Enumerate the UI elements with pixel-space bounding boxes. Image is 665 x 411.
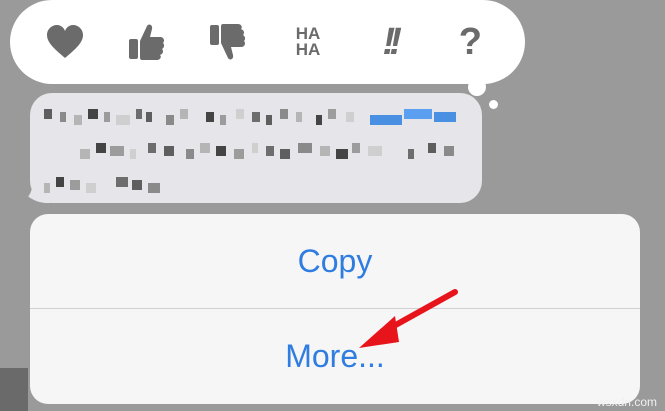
more-button[interactable]: More... [30,309,640,403]
pixelated-text-block [266,115,272,125]
heart-icon [46,25,83,58]
pixelated-text-block [44,183,50,193]
pixelated-text-block [280,109,288,119]
message-bubble[interactable] [30,93,482,203]
pixelated-text-block [60,112,66,122]
exclamation-icon: !! [382,20,402,63]
thumbs-down-reaction[interactable] [199,14,255,70]
pixelated-text-block [346,112,354,122]
red-arrow-annotation [359,289,458,348]
pixelated-text-block [166,115,174,125]
pixelated-text-block [70,180,80,190]
pixelated-text-block [370,115,402,125]
pixelated-text-block [328,109,336,119]
tapback-bar: HA HA !! ? [10,0,525,84]
pixelated-text-block [428,143,436,153]
pixelated-text-block [148,183,160,193]
pixelated-text-block [408,149,414,159]
pixelated-text-block [136,109,142,119]
pixelated-text-block [206,112,214,122]
message-bubble-tail-cut [10,168,32,204]
pixelated-text-block [280,149,290,159]
thumbs-up-reaction[interactable] [118,14,174,70]
pixelated-text-block [320,146,330,156]
tapback-tail-dot-large [468,78,486,96]
pixelated-text-block [74,115,82,125]
pixelated-text-block [336,149,348,159]
exclamation-reaction[interactable]: !! [361,14,417,70]
pixelated-text-block [444,146,454,156]
pixelated-text-block [404,109,432,119]
pixelated-text-block [216,146,226,156]
question-reaction[interactable]: ? [442,14,498,70]
pixelated-text-block [200,143,210,153]
background-edge [0,368,28,411]
tapback-tail-dot-small [489,100,498,109]
question-icon: ? [458,20,482,63]
pixelated-text-block [80,149,90,159]
pixelated-text-block [316,115,322,125]
pixelated-text-block [252,143,258,153]
pixelated-text-block [352,143,360,153]
haha-icon: HA HA [295,24,321,59]
pixelated-text-block [298,143,312,153]
thumbs-up-icon [128,24,164,60]
copy-button[interactable]: Copy [30,214,640,308]
pixelated-text-block [96,143,106,153]
pixelated-text-block [220,115,226,125]
pixelated-text-block [116,115,130,125]
pixelated-text-block [234,149,244,159]
pixelated-text-block [116,177,128,187]
watermark: wsxdn.com [596,395,657,409]
pixelated-text-block [146,112,152,122]
pixelated-text-block [164,146,174,156]
action-sheet: Copy More... [30,214,640,404]
pixelated-text-block [186,149,194,159]
pixelated-text-block [434,112,456,122]
pixelated-text-block [252,112,260,122]
pixelated-text-block [88,109,98,119]
haha-reaction[interactable]: HA HA [280,14,336,70]
pixelated-text-block [148,143,156,153]
pixelated-text-block [368,146,382,156]
pixelated-text-block [132,180,142,190]
pixelated-text-block [296,112,302,122]
thumbs-down-icon [209,24,245,60]
pixelated-text-block [86,183,96,193]
pixelated-text-block [130,149,136,159]
pixelated-text-block [236,109,244,119]
pixelated-text-block [44,109,52,119]
pixelated-text-block [110,146,124,156]
pixelated-text-block [56,177,64,187]
pixelated-text-block [104,112,110,122]
pixelated-text-block [180,109,188,119]
heart-reaction[interactable] [37,14,93,70]
pixelated-text-block [266,146,274,156]
